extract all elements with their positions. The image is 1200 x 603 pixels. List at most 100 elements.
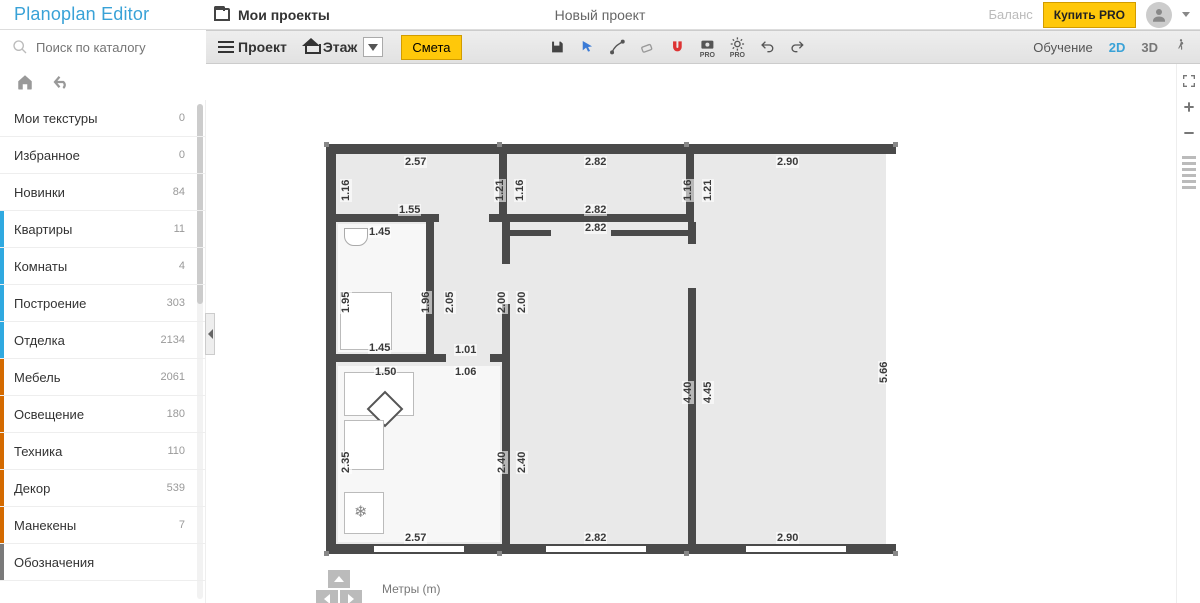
- dim: 1.16: [682, 179, 694, 202]
- dim: 2.90: [776, 156, 799, 168]
- eraser-icon[interactable]: [639, 39, 655, 55]
- user-icon: [1150, 6, 1168, 24]
- dim: 1.16: [514, 179, 526, 202]
- pointer-icon[interactable]: [579, 39, 595, 55]
- category-count: 11: [174, 223, 185, 235]
- render-icon[interactable]: PRO: [729, 36, 745, 59]
- dim: 2.00: [516, 291, 528, 314]
- canvas[interactable]: ❄ 2.57 2.82 2.90: [206, 64, 1176, 603]
- catalog-search-input[interactable]: [36, 40, 186, 55]
- save-icon[interactable]: [549, 39, 565, 55]
- balance-label: Баланс: [989, 7, 1033, 22]
- back-icon[interactable]: [52, 73, 70, 91]
- category-list: Мои текстуры 0 Избранное 0 Новинки 84 Квартиры…: [0, 100, 206, 603]
- dim: 2.82: [584, 204, 607, 216]
- redo-icon[interactable]: [789, 39, 805, 55]
- category-count: 110: [167, 445, 185, 457]
- category-item[interactable]: Мои текстуры 0: [0, 100, 205, 137]
- nav-right[interactable]: [340, 590, 362, 603]
- floorplan[interactable]: ❄ 2.57 2.82 2.90: [326, 144, 896, 554]
- category-item[interactable]: Новинки 84: [0, 174, 205, 211]
- category-color-bar: [0, 396, 4, 432]
- home-icon[interactable]: [16, 73, 34, 91]
- wall-draw-icon[interactable]: [609, 39, 625, 55]
- category-item[interactable]: Избранное 0: [0, 137, 205, 174]
- category-label: Обозначения: [14, 555, 94, 570]
- category-item[interactable]: Обозначения: [0, 544, 205, 581]
- category-label: Манекены: [14, 518, 76, 533]
- project-label: Проект: [238, 39, 287, 55]
- category-count: 2061: [161, 371, 185, 383]
- category-label: Квартиры: [14, 222, 72, 237]
- training-link[interactable]: Обучение: [1033, 40, 1092, 55]
- zoom-slider[interactable]: [1182, 156, 1196, 189]
- view-3d-toggle[interactable]: 3D: [1141, 40, 1158, 55]
- floor-select[interactable]: [363, 37, 383, 57]
- nav-up[interactable]: [328, 570, 350, 588]
- chevron-down-icon[interactable]: [1182, 12, 1190, 17]
- category-count: 0: [179, 112, 185, 124]
- estimate-button[interactable]: Смета: [401, 35, 461, 60]
- category-count: 7: [179, 519, 185, 531]
- category-color-bar: [0, 211, 4, 247]
- category-item[interactable]: Квартиры 11: [0, 211, 205, 248]
- magnet-icon[interactable]: [669, 39, 685, 55]
- dim: 1.01: [454, 344, 477, 356]
- category-item[interactable]: Комнаты4: [0, 248, 205, 285]
- category-label: Мои текстуры: [14, 111, 97, 126]
- dim: 2.90: [776, 532, 799, 544]
- floor-menu[interactable]: Этаж: [297, 34, 390, 60]
- project-menu[interactable]: Проект: [212, 36, 293, 58]
- category-color-bar: [0, 507, 4, 543]
- category-label: Новинки: [14, 185, 65, 200]
- category-item[interactable]: Мебель2061: [0, 359, 205, 396]
- dim: 2.40: [496, 451, 508, 474]
- category-count: 539: [167, 482, 185, 494]
- dim: 1.16: [340, 179, 352, 202]
- view-2d-toggle[interactable]: 2D: [1109, 40, 1126, 55]
- zoom-out-icon[interactable]: [1180, 124, 1198, 142]
- camera-photo-icon[interactable]: PRO: [699, 36, 715, 59]
- category-count: 4: [179, 260, 185, 272]
- zoom-in-icon[interactable]: [1180, 98, 1198, 116]
- dim: 2.00: [496, 291, 508, 314]
- category-item[interactable]: Декор539: [0, 470, 205, 507]
- category-label: Избранное: [14, 148, 80, 163]
- category-item[interactable]: Манекены 7: [0, 507, 205, 544]
- category-item[interactable]: Построение 303: [0, 285, 205, 322]
- dim: 2.82: [584, 222, 607, 234]
- snowflake-icon: ❄: [354, 502, 367, 522]
- dim: 1.45: [368, 226, 391, 238]
- category-count: 0: [179, 149, 185, 161]
- category-item[interactable]: Техника 110: [0, 433, 205, 470]
- category-color-bar: [0, 285, 4, 321]
- dim: 1.95: [340, 291, 352, 314]
- buy-pro-button[interactable]: Купить PRO: [1043, 2, 1136, 28]
- category-item[interactable]: Освещение180: [0, 396, 205, 433]
- category-count: 303: [167, 297, 185, 309]
- fullscreen-icon[interactable]: [1180, 72, 1198, 90]
- hamburger-icon: [218, 41, 234, 53]
- floor-label: Этаж: [323, 39, 358, 55]
- dim: 2.82: [584, 532, 607, 544]
- my-projects-link[interactable]: Мои проекты: [238, 7, 330, 23]
- category-item[interactable]: Отделка2134: [0, 322, 205, 359]
- dim: 1.21: [494, 179, 506, 202]
- dim: 2.40: [516, 451, 528, 474]
- sink-fixture: [344, 228, 368, 246]
- dim: 1.50: [374, 366, 397, 378]
- collapse-sidebar-handle[interactable]: [205, 313, 215, 355]
- dim: 1.55: [398, 204, 421, 216]
- category-label: Техника: [14, 444, 62, 459]
- avatar[interactable]: [1146, 2, 1172, 28]
- undo-icon[interactable]: [759, 39, 775, 55]
- nav-left[interactable]: [316, 590, 338, 603]
- dim: 2.57: [404, 156, 427, 168]
- category-count: 84: [173, 186, 185, 198]
- dim: 2.35: [340, 451, 352, 474]
- walk-mode-icon[interactable]: [1174, 36, 1188, 59]
- category-color-bar: [0, 248, 4, 284]
- category-label: Отделка: [14, 333, 65, 348]
- units-selector[interactable]: Метры (m): [382, 582, 441, 596]
- category-label: Построение: [14, 296, 86, 311]
